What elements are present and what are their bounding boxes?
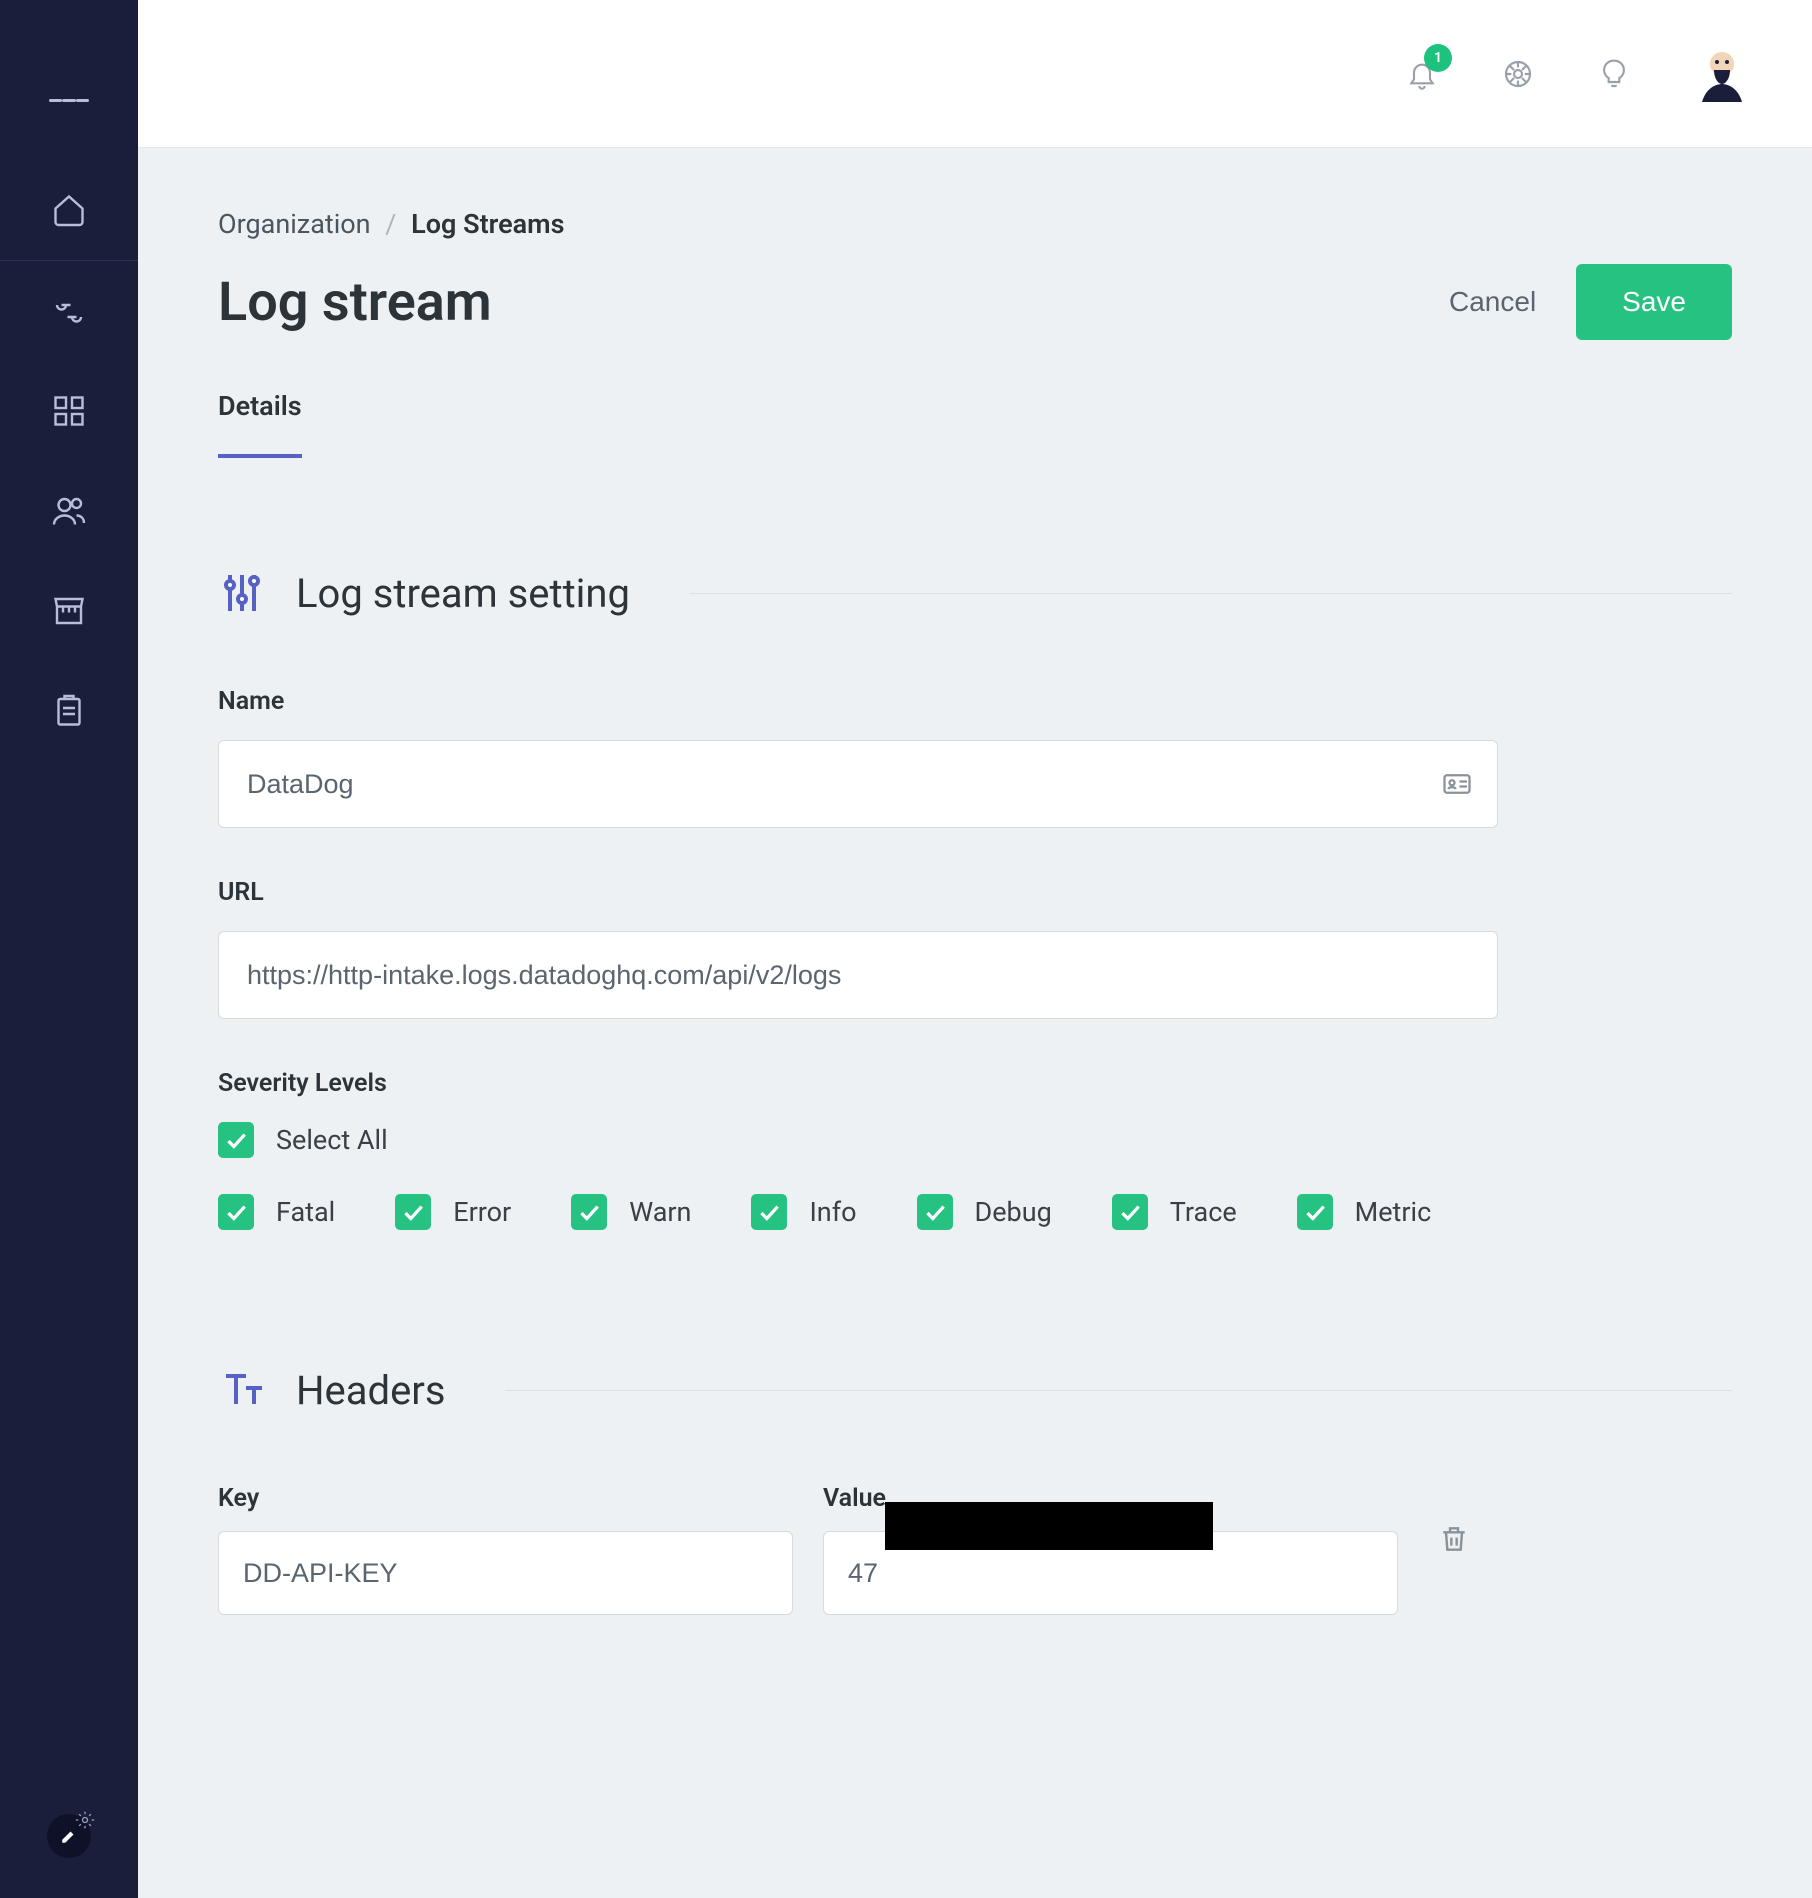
masked-value — [885, 1502, 1213, 1550]
breadcrumb-parent[interactable]: Organization — [218, 208, 371, 240]
breadcrumb-sep: / — [385, 208, 396, 240]
checkbox-info[interactable] — [751, 1194, 787, 1230]
select-all-label: Select All — [276, 1124, 388, 1156]
section-divider — [690, 593, 1732, 594]
page-actions: Cancel Save — [1449, 264, 1732, 340]
breadcrumb-current: Log Streams — [411, 208, 564, 240]
apps-icon[interactable] — [49, 391, 89, 431]
tab-details[interactable]: Details — [218, 390, 302, 458]
notifications-icon[interactable]: 1 — [1404, 56, 1440, 92]
help-icon[interactable] — [1596, 56, 1632, 92]
home-icon[interactable] — [49, 190, 89, 230]
section-divider — [505, 1390, 1732, 1391]
avatar[interactable] — [1692, 44, 1752, 104]
select-all-checkbox[interactable] — [218, 1122, 254, 1158]
section-headers-head: Headers — [218, 1366, 1732, 1414]
settings-bubble[interactable] — [47, 1814, 91, 1858]
text-icon — [218, 1366, 266, 1414]
level-metric: Metric — [1297, 1194, 1432, 1230]
users-icon[interactable] — [49, 491, 89, 531]
level-label: Error — [453, 1196, 511, 1228]
level-label: Metric — [1355, 1196, 1432, 1228]
level-info: Info — [751, 1194, 856, 1230]
menu-toggle-icon[interactable] — [49, 80, 89, 120]
header-key-input[interactable] — [218, 1531, 793, 1615]
level-label: Debug — [975, 1196, 1052, 1228]
settings-icon[interactable] — [1500, 56, 1536, 92]
severity-checkboxes: Fatal Error Warn Info Debug Trace Metric — [218, 1194, 1732, 1266]
page-head: Log stream Cancel Save — [218, 264, 1732, 340]
clipboard-icon[interactable] — [49, 691, 89, 731]
url-input[interactable] — [218, 931, 1498, 1019]
level-trace: Trace — [1112, 1194, 1237, 1230]
main: 1 Organization / Log Streams Log stream — [138, 0, 1812, 1898]
name-label: Name — [218, 687, 1732, 716]
section-settings-title: Log stream setting — [296, 570, 630, 617]
level-debug: Debug — [917, 1194, 1052, 1230]
save-button[interactable]: Save — [1576, 264, 1732, 340]
tabs: Details — [218, 390, 1732, 459]
url-label: URL — [218, 878, 1732, 907]
checkbox-error[interactable] — [395, 1194, 431, 1230]
level-warn: Warn — [571, 1194, 691, 1230]
topbar: 1 — [138, 0, 1812, 148]
sidebar — [0, 0, 138, 1898]
section-headers-title: Headers — [296, 1367, 445, 1414]
sliders-icon — [218, 569, 266, 617]
severity-label: Severity Levels — [218, 1069, 1732, 1098]
checkbox-trace[interactable] — [1112, 1194, 1148, 1230]
level-label: Warn — [629, 1196, 691, 1228]
level-error: Error — [395, 1194, 511, 1230]
name-input[interactable] — [218, 740, 1498, 828]
breadcrumb: Organization / Log Streams — [218, 208, 1732, 240]
notification-badge: 1 — [1424, 44, 1452, 72]
connections-icon[interactable] — [49, 291, 89, 331]
content: Organization / Log Streams Log stream Ca… — [138, 148, 1812, 1705]
level-label: Trace — [1170, 1196, 1237, 1228]
page-title: Log stream — [218, 271, 492, 334]
level-label: Fatal — [276, 1196, 335, 1228]
checkbox-metric[interactable] — [1297, 1194, 1333, 1230]
section-settings-head: Log stream setting — [218, 569, 1732, 617]
checkbox-fatal[interactable] — [218, 1194, 254, 1230]
header-key-label: Key — [218, 1484, 793, 1513]
level-fatal: Fatal — [218, 1194, 335, 1230]
select-all-row: Select All — [218, 1122, 1732, 1158]
store-icon[interactable] — [49, 591, 89, 631]
id-card-icon — [1442, 769, 1472, 799]
delete-header-icon[interactable] — [1438, 1523, 1470, 1555]
header-row: Key Value — [218, 1484, 1732, 1615]
checkbox-debug[interactable] — [917, 1194, 953, 1230]
sidebar-divider — [0, 260, 138, 261]
cancel-button[interactable]: Cancel — [1449, 286, 1536, 318]
level-label: Info — [809, 1196, 856, 1228]
checkbox-warn[interactable] — [571, 1194, 607, 1230]
